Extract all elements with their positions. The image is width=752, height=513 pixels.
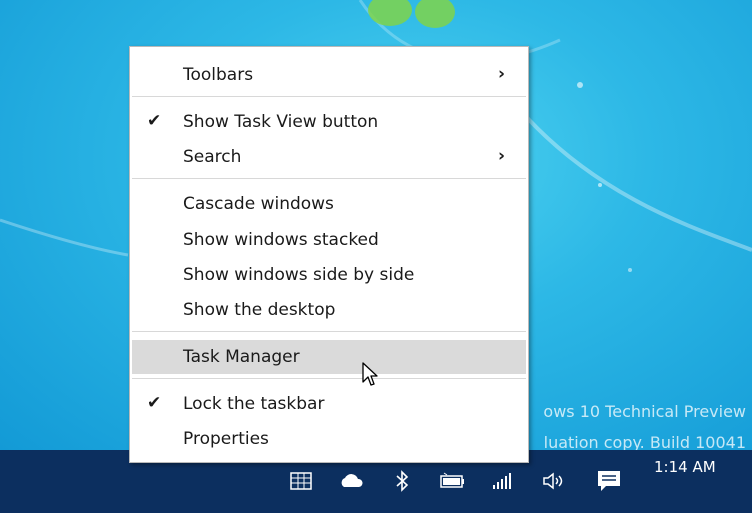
- menu-item-label: Show Task View button: [183, 112, 379, 132]
- signal-strength-icon[interactable]: [489, 468, 515, 494]
- evaluation-watermark: ows 10 Technical Preview luation copy. B…: [543, 396, 746, 450]
- menu-item-label: Properties: [183, 429, 269, 449]
- menu-item-label: Task Manager: [183, 347, 300, 367]
- watermark-line-2: luation copy. Build 10041: [543, 433, 746, 450]
- menu-separator: [132, 378, 526, 379]
- submenu-arrow-icon: ›: [498, 64, 506, 84]
- menu-item-label: Search: [183, 147, 242, 167]
- menu-item-label: Show the desktop: [183, 300, 336, 320]
- menu-item-show-windows-side-by-side[interactable]: Show windows side by side: [132, 259, 526, 291]
- battery-icon[interactable]: [438, 468, 464, 494]
- bluetooth-icon[interactable]: [389, 468, 415, 494]
- menu-item-search[interactable]: Search ›: [132, 141, 526, 173]
- volume-icon[interactable]: [540, 468, 566, 494]
- action-center-icon[interactable]: [596, 468, 622, 494]
- menu-item-label: Lock the taskbar: [183, 394, 325, 414]
- onedrive-cloud-icon[interactable]: [338, 468, 364, 494]
- menu-separator: [132, 178, 526, 179]
- taskbar-clock[interactable]: 1:14 AM: [654, 458, 716, 476]
- watermark-line-1: ows 10 Technical Preview: [543, 402, 746, 421]
- menu-separator: [132, 96, 526, 97]
- menu-item-show-the-desktop[interactable]: Show the desktop: [132, 294, 526, 326]
- menu-item-properties[interactable]: Properties: [132, 423, 526, 455]
- menu-item-label: Cascade windows: [183, 194, 334, 214]
- menu-item-cascade-windows[interactable]: Cascade windows: [132, 188, 526, 220]
- menu-item-show-task-view-button[interactable]: ✔ Show Task View button: [132, 106, 526, 138]
- menu-item-label: Show windows side by side: [183, 265, 415, 285]
- submenu-arrow-icon: ›: [498, 146, 506, 166]
- taskbar-context-menu: Toolbars › ✔ Show Task View button Searc…: [129, 46, 529, 463]
- menu-item-label: Toolbars: [183, 65, 254, 85]
- menu-item-show-windows-stacked[interactable]: Show windows stacked: [132, 224, 526, 256]
- menu-item-task-manager[interactable]: Task Manager: [132, 340, 526, 374]
- network-grid-icon[interactable]: [288, 468, 314, 494]
- menu-item-toolbars[interactable]: Toolbars ›: [132, 59, 526, 91]
- checkmark-icon: ✔: [147, 393, 162, 413]
- mouse-pointer-icon: [362, 362, 378, 386]
- menu-item-label: Show windows stacked: [183, 230, 379, 250]
- menu-separator: [132, 331, 526, 332]
- menu-item-lock-the-taskbar[interactable]: ✔ Lock the taskbar: [132, 388, 526, 420]
- checkmark-icon: ✔: [147, 111, 162, 131]
